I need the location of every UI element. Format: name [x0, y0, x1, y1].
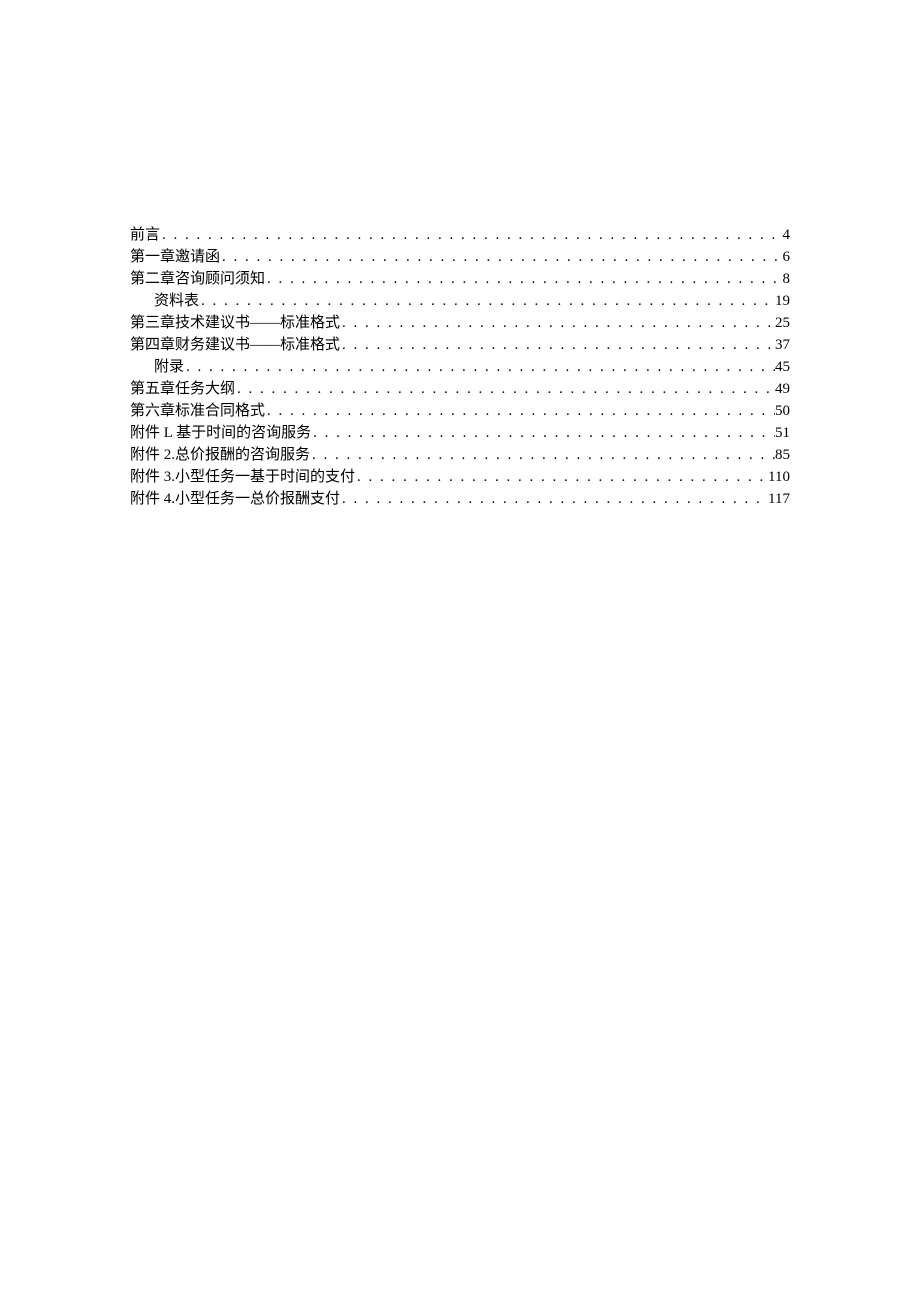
toc-page-number: 110 [768, 467, 790, 488]
toc-page-number: 51 [775, 423, 790, 444]
toc-entry: 第五章任务大纲 49 [130, 379, 790, 400]
toc-title: 附件 3.小型任务一基于时间的支付 [130, 467, 355, 488]
toc-title: 第五章任务大纲 [130, 379, 235, 400]
toc-leader-dots [355, 467, 768, 488]
toc-page-number: 8 [783, 269, 791, 290]
toc-leader-dots [340, 313, 775, 334]
toc-title: 第四章财务建议书——标准格式 [130, 335, 340, 356]
toc-page-number: 6 [783, 247, 791, 268]
toc-page-number: 85 [775, 445, 790, 466]
toc-title: 第二章咨询顾问须知 [130, 269, 265, 290]
toc-leader-dots [340, 489, 768, 510]
toc-page-number: 19 [775, 291, 790, 312]
toc-title: 资料表 [154, 291, 199, 312]
toc-leader-dots [311, 423, 775, 444]
toc-title: 第三章技术建议书——标准格式 [130, 313, 340, 334]
toc-entry: 资料表 19 [130, 291, 790, 312]
toc-leader-dots [184, 357, 775, 378]
toc-entry: 前言 4 [130, 225, 790, 246]
toc-leader-dots [340, 335, 775, 356]
toc-title: 第六章标准合同格式 [130, 401, 265, 422]
toc-page-number: 50 [775, 401, 790, 422]
toc-entry: 附件 L 基于时间的咨询服务 51 [130, 423, 790, 444]
toc-entry: 第一章邀请函 6 [130, 247, 790, 268]
toc-entry: 附件 2.总价报酬的咨询服务 85 [130, 445, 790, 466]
toc-entry: 第二章咨询顾问须知 8 [130, 269, 790, 290]
toc-title: 附件 2.总价报酬的咨询服务 [130, 445, 310, 466]
toc-leader-dots [235, 379, 775, 400]
toc-page-number: 37 [775, 335, 790, 356]
toc-entry: 附件 3.小型任务一基于时间的支付 110 [130, 467, 790, 488]
toc-title: 前言 [130, 225, 160, 246]
toc-leader-dots [220, 247, 782, 268]
toc-title: 附件 4.小型任务一总价报酬支付 [130, 489, 340, 510]
toc-page-number: 45 [775, 357, 790, 378]
toc-leader-dots [160, 225, 782, 246]
toc-leader-dots [310, 445, 775, 466]
toc-leader-dots [265, 269, 782, 290]
toc-title: 附录 [154, 357, 184, 378]
toc-page-number: 25 [775, 313, 790, 334]
toc-entry: 第三章技术建议书——标准格式 25 [130, 313, 790, 334]
toc-entry: 附录 45 [130, 357, 790, 378]
table-of-contents: 前言 4 第一章邀请函 6 第二章咨询顾问须知 8 资料表 19 第三章技术建议… [130, 225, 790, 510]
toc-entry: 第四章财务建议书——标准格式 37 [130, 335, 790, 356]
toc-title: 第一章邀请函 [130, 247, 220, 268]
toc-page-number: 4 [783, 225, 791, 246]
toc-leader-dots [199, 291, 775, 312]
toc-page-number: 49 [775, 379, 790, 400]
toc-title: 附件 L 基于时间的咨询服务 [130, 423, 311, 444]
toc-entry: 第六章标准合同格式 50 [130, 401, 790, 422]
toc-entry: 附件 4.小型任务一总价报酬支付 117 [130, 489, 790, 510]
toc-leader-dots [265, 401, 775, 422]
toc-page-number: 117 [768, 489, 790, 510]
